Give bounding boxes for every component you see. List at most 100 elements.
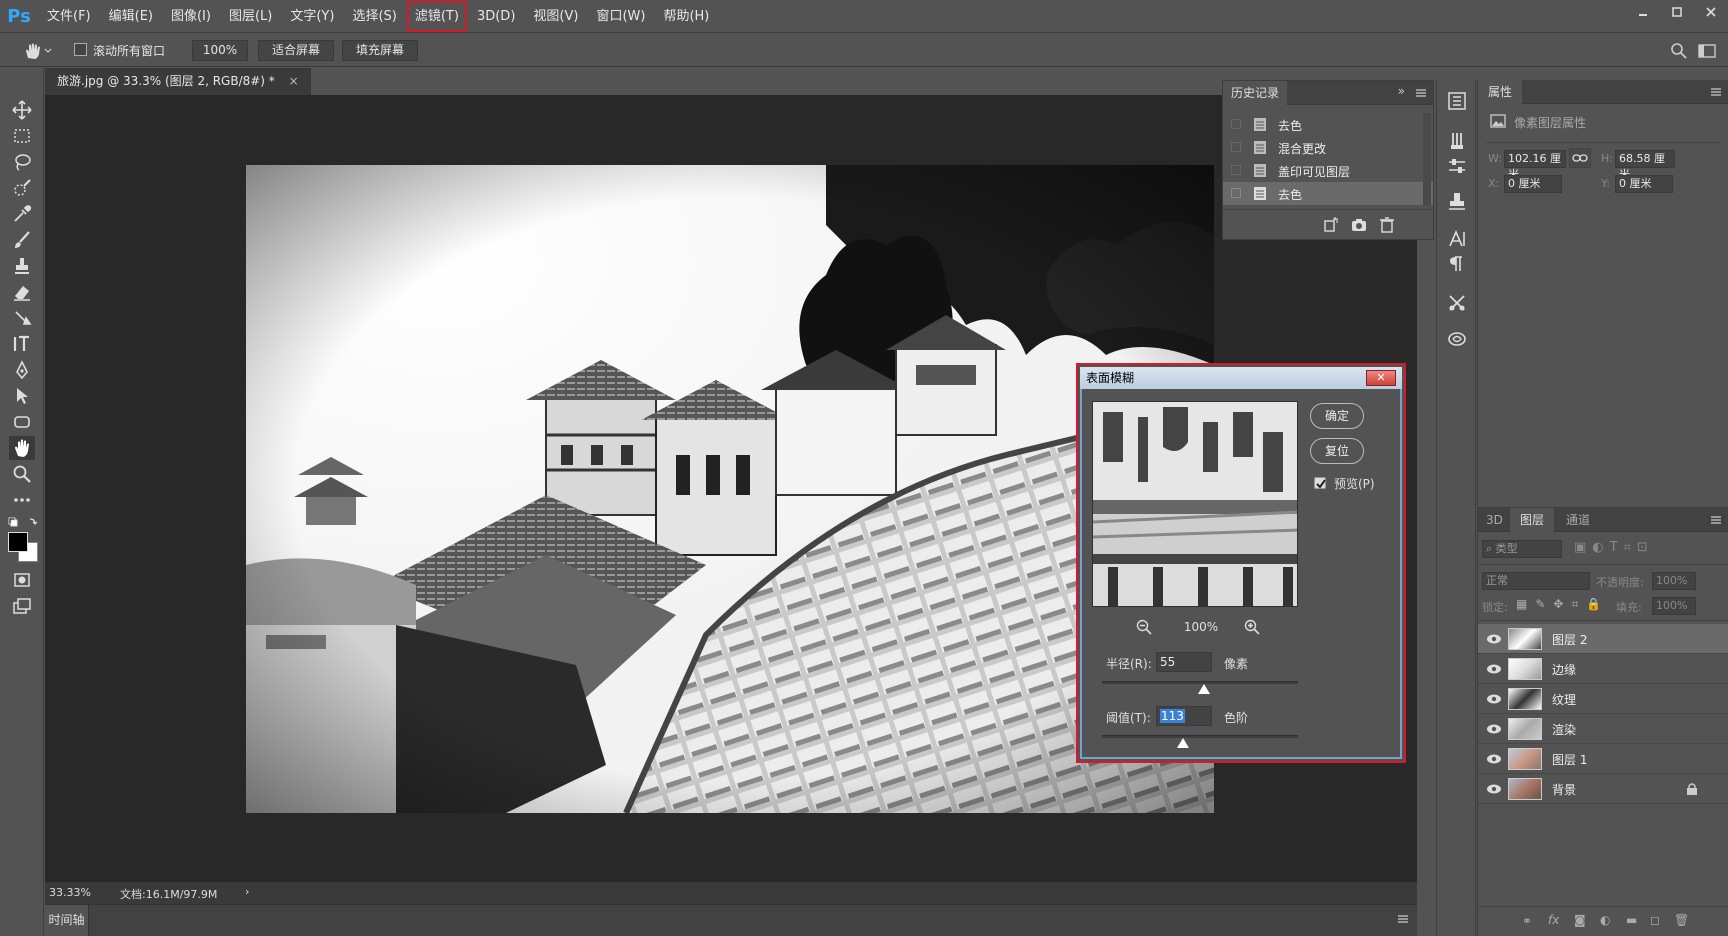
tab-layers[interactable]: 图层	[1510, 508, 1555, 532]
menu-file[interactable]: 文件(F)	[38, 0, 100, 33]
delete-state-icon[interactable]	[1379, 217, 1395, 233]
lock-icon[interactable]	[1686, 782, 1698, 796]
preview-checkbox[interactable]	[1314, 477, 1326, 489]
dialog-title-bar[interactable]: 表面模糊 ✕	[1080, 367, 1402, 389]
radius-input[interactable]: 55	[1156, 652, 1212, 672]
menu-view[interactable]: 视图(V)	[524, 0, 587, 33]
layers-menu-icon[interactable]	[1710, 514, 1722, 529]
fx-icon[interactable]: fx	[1548, 913, 1559, 927]
brush-tool-icon[interactable]	[9, 228, 35, 252]
dialog-close-icon[interactable]: ✕	[1366, 370, 1396, 386]
default-colors-icon[interactable]	[8, 516, 38, 533]
filter-preview[interactable]	[1092, 401, 1298, 607]
menu-3d[interactable]: 3D(D)	[468, 0, 524, 33]
layer-filter-icons[interactable]: ▣◐T⌗⊡	[1574, 540, 1654, 555]
menu-image[interactable]: 图像(I)	[162, 0, 220, 33]
properties-menu-icon[interactable]	[1710, 86, 1722, 101]
workspace-icon[interactable]	[1698, 43, 1716, 62]
close-tab-icon[interactable]: ×	[289, 74, 299, 88]
height-field[interactable]: 68.58 厘米	[1615, 150, 1675, 181]
link-layers-icon[interactable]: ⚭	[1522, 914, 1532, 928]
blend-mode-select[interactable]: 正常	[1482, 572, 1590, 590]
menu-select[interactable]: 选择(S)	[343, 0, 405, 33]
history-checkbox[interactable]	[1231, 119, 1241, 129]
lasso-tool-icon[interactable]	[9, 150, 35, 174]
layer-row[interactable]: 背景	[1478, 774, 1728, 804]
gradient-tool-icon[interactable]	[9, 306, 35, 330]
history-menu-icon[interactable]	[1415, 87, 1427, 102]
menu-window[interactable]: 窗口(W)	[587, 0, 654, 33]
layer-filter-select[interactable]: ⌕ 类型	[1482, 540, 1562, 558]
document-image[interactable]	[246, 165, 1214, 813]
tool-presets-icon[interactable]	[1446, 292, 1468, 314]
quick-select-tool-icon[interactable]	[9, 176, 35, 200]
new-layer-icon[interactable]: ◻	[1650, 913, 1660, 927]
timeline-tab[interactable]: 时间轴	[45, 905, 89, 936]
history-scrollbar[interactable]	[1423, 113, 1431, 205]
snapshot-icon[interactable]	[1351, 217, 1367, 233]
maximize-icon[interactable]	[1660, 0, 1694, 24]
mask-icon[interactable]: ◙	[1574, 913, 1586, 927]
menu-help[interactable]: 帮助(H)	[654, 0, 718, 33]
history-checkbox[interactable]	[1231, 165, 1241, 175]
menu-type[interactable]: 文字(Y)	[281, 0, 343, 33]
link-dimensions-icon[interactable]	[1569, 148, 1591, 168]
eraser-tool-icon[interactable]	[9, 280, 35, 304]
fill-screen-button[interactable]: 填充屏幕	[342, 40, 418, 61]
eye-icon[interactable]	[1486, 783, 1502, 795]
layer-row[interactable]: 图层 2	[1478, 624, 1728, 654]
reset-button[interactable]: 复位	[1310, 438, 1364, 464]
history-panel-icon[interactable]	[1446, 90, 1468, 112]
more-tools-icon[interactable]	[9, 488, 35, 512]
threshold-slider-track[interactable]	[1102, 735, 1298, 738]
eye-icon[interactable]	[1486, 723, 1502, 735]
ok-button[interactable]: 确定	[1310, 403, 1364, 429]
history-item-selected[interactable]: 去色	[1223, 182, 1433, 205]
history-item[interactable]: 混合更改	[1223, 136, 1433, 159]
pen-tool-icon[interactable]	[9, 358, 35, 382]
timeline-menu-icon[interactable]	[1397, 913, 1409, 928]
character-panel-icon[interactable]	[1446, 228, 1468, 250]
zoom-out-icon[interactable]	[1136, 619, 1152, 635]
eye-icon[interactable]	[1486, 693, 1502, 705]
adjustments-icon[interactable]	[1446, 155, 1468, 177]
path-select-tool-icon[interactable]	[9, 384, 35, 408]
group-icon[interactable]: ▬	[1626, 913, 1637, 927]
eyedropper-tool-icon[interactable]	[9, 202, 35, 226]
adjustment-layer-icon[interactable]: ◐	[1600, 913, 1610, 927]
paragraph-panel-icon[interactable]	[1446, 253, 1468, 275]
layer-row[interactable]: 边缘	[1478, 654, 1728, 684]
opacity-field[interactable]: 100%	[1652, 572, 1696, 590]
menu-edit[interactable]: 编辑(E)	[100, 0, 162, 33]
menu-layer[interactable]: 图层(L)	[220, 0, 281, 33]
marquee-tool-icon[interactable]	[9, 124, 35, 148]
x-field[interactable]: 0 厘米	[1504, 175, 1562, 193]
minimize-icon[interactable]	[1626, 0, 1660, 24]
scroll-all-checkbox[interactable]	[74, 43, 87, 56]
zoom-100-button[interactable]: 100%	[192, 40, 248, 61]
document-tab[interactable]: 旅游.jpg @ 33.3% (图层 2, RGB/8#) * ×	[45, 68, 311, 95]
hand-tool-icon[interactable]	[9, 436, 35, 460]
stamp-tool-icon[interactable]	[9, 254, 35, 278]
status-zoom[interactable]: 33.33%	[49, 886, 91, 899]
screen-mode-icon[interactable]	[9, 594, 35, 618]
close-window-icon[interactable]	[1694, 0, 1728, 24]
eye-icon[interactable]	[1486, 753, 1502, 765]
move-tool-icon[interactable]	[9, 98, 35, 122]
libraries-icon[interactable]	[1446, 328, 1468, 350]
hand-tool-preset-icon[interactable]	[22, 41, 52, 64]
search-icon[interactable]	[1670, 42, 1688, 63]
threshold-input[interactable]: 113	[1156, 706, 1212, 726]
threshold-slider-thumb[interactable]	[1177, 738, 1189, 748]
type-tool-icon[interactable]	[9, 332, 35, 356]
history-checkbox[interactable]	[1231, 142, 1241, 152]
radius-slider-thumb[interactable]	[1198, 684, 1210, 694]
lock-icons[interactable]: ▦✎✥⌗🔒	[1516, 597, 1609, 612]
history-checkbox[interactable]	[1231, 188, 1241, 198]
new-document-from-state-icon[interactable]	[1323, 217, 1339, 233]
eye-icon[interactable]	[1486, 633, 1502, 645]
shape-tool-icon[interactable]	[9, 410, 35, 434]
zoom-in-icon[interactable]	[1244, 619, 1260, 635]
quick-mask-icon[interactable]	[9, 568, 35, 592]
foreground-color-swatch[interactable]	[8, 532, 28, 552]
